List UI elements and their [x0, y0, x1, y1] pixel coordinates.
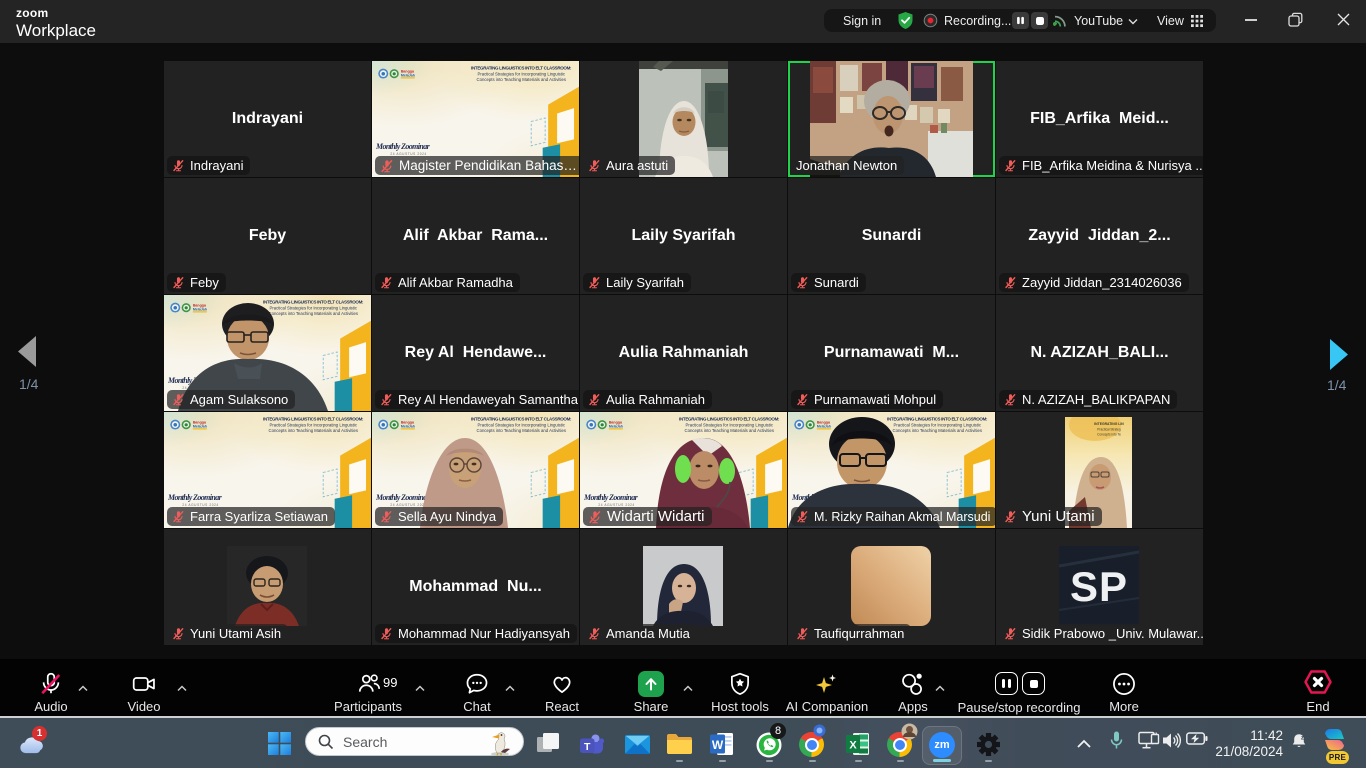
- svg-text:z: z: [1301, 734, 1304, 741]
- svg-text:X: X: [849, 740, 857, 752]
- svg-text:W: W: [712, 738, 724, 752]
- svg-text:Practical Strateg: Practical Strateg: [1097, 428, 1121, 432]
- svg-text:T: T: [584, 741, 591, 753]
- svg-text:INTEGRATING LIN: INTEGRATING LIN: [1094, 422, 1124, 426]
- svg-text:Concepts into Te: Concepts into Te: [1097, 433, 1121, 437]
- svg-text:SP: SP: [1070, 563, 1128, 610]
